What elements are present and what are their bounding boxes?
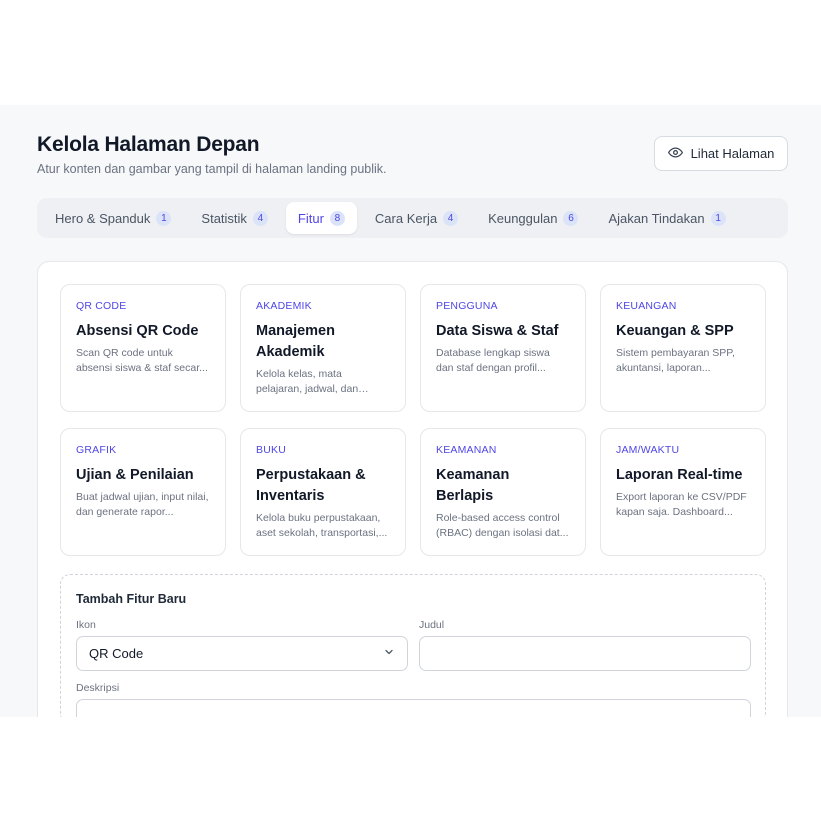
add-feature-form: Tambah Fitur Baru Ikon QR Code Judul Des… [60,574,766,717]
description-field-label: Deskripsi [76,682,120,694]
feature-category: PENGGUNA [436,300,498,312]
icon-select-value: QR Code [89,646,144,661]
view-page-label: Lihat Halaman [690,146,775,161]
icon-field-label: Ikon [76,619,96,631]
feature-card[interactable]: KEUANGAN Keuangan & SPP Sistem pembayara… [600,284,766,412]
tab-label: Ajakan Tindakan [608,210,705,226]
title-field-label: Judul [419,619,445,631]
feature-description: Kelola kelas, mata pelajaran, jadwal, da… [256,368,359,395]
feature-title: Keuangan & SPP [616,323,734,339]
feature-card[interactable]: PENGGUNA Data Siswa & Staf Database leng… [420,284,586,412]
tab-label: Statistik [201,210,247,226]
form-title: Tambah Fitur Baru [76,592,187,606]
feature-title: Data Siswa & Staf [436,323,559,339]
tab-count-badge: 4 [252,210,268,226]
tab-label: Keunggulan [488,210,558,226]
tab-keunggulan[interactable]: Keunggulan 6 [476,202,590,234]
title-input[interactable] [419,636,751,671]
tab-label: Cara Kerja [374,210,438,226]
feature-description: Kelola buku perpustakaan, aset sekolah, … [256,512,388,539]
tab-count-badge: 8 [329,210,345,226]
feature-description: Export laporan ke CSV/PDF kapan saja. Da… [616,491,747,518]
feature-title: Ujian & Penilaian [76,467,194,483]
feature-category: BUKU [256,444,286,456]
tab-label: Fitur [297,210,324,226]
page-header: Kelola Halaman Depan Atur konten dan gam… [37,133,387,176]
description-textarea[interactable] [76,699,751,717]
feature-title: Laporan Real-time [616,467,743,483]
tab-hero[interactable]: Hero & Spanduk 1 [43,202,183,234]
feature-card[interactable]: QR CODE Absensi QR Code Scan QR code unt… [60,284,226,412]
view-page-button[interactable]: Lihat Halaman [654,136,788,171]
features-panel: QR CODE Absensi QR Code Scan QR code unt… [37,261,788,717]
feature-title: Absensi QR Code [76,323,199,339]
chevron-down-icon [383,646,395,661]
feature-category: KEUANGAN [616,300,677,312]
tab-count-badge: 4 [443,210,459,226]
feature-category: AKADEMIK [256,300,312,312]
feature-category: QR CODE [76,300,127,312]
page-title: Kelola Halaman Depan [37,133,260,156]
feature-title: Manajemen Akademik [256,323,335,360]
tab-label: Hero & Spanduk [55,210,151,226]
feature-title: Perpustakaan & Inventaris [256,467,366,504]
tab-ajakan-tindakan[interactable]: Ajakan Tindakan 1 [596,202,737,234]
feature-description: Sistem pembayaran SPP, akuntansi, lapora… [616,347,735,374]
feature-category: GRAFIK [76,444,117,456]
feature-category: KEAMANAN [436,444,497,456]
feature-description: Database lengkap siswa dan staf dengan p… [436,347,550,374]
tab-count-badge: 6 [563,210,579,226]
feature-card[interactable]: AKADEMIK Manajemen Akademik Kelola kelas… [240,284,406,412]
eye-icon [667,145,683,163]
tab-fitur[interactable]: Fitur 8 [285,202,357,234]
feature-card[interactable]: BUKU Perpustakaan & Inventaris Kelola bu… [240,428,406,556]
feature-card[interactable]: GRAFIK Ujian & Penilaian Buat jadwal uji… [60,428,226,556]
feature-card[interactable]: KEAMANAN Keamanan Berlapis Role-based ac… [420,428,586,556]
tab-cara-kerja[interactable]: Cara Kerja 4 [363,202,470,234]
icon-select[interactable]: QR Code [76,636,408,671]
feature-category: JAM/WAKTU [616,444,680,456]
feature-grid: QR CODE Absensi QR Code Scan QR code unt… [60,284,766,556]
feature-description: Buat jadwal ujian, input nilai, dan gene… [76,491,209,518]
feature-description: Scan QR code untuk absensi siswa & staf … [76,347,208,374]
section-tabs: Hero & Spanduk 1 Statistik 4 Fitur 8 Car… [37,198,788,238]
tab-count-badge: 1 [156,210,172,226]
tab-statistik[interactable]: Statistik 4 [189,202,280,234]
app-screen: Kelola Halaman Depan Atur konten dan gam… [0,105,821,717]
feature-title: Keamanan Berlapis [436,467,510,504]
page-subtitle: Atur konten dan gambar yang tampil di ha… [37,162,387,176]
feature-card[interactable]: JAM/WAKTU Laporan Real-time Export lapor… [600,428,766,556]
feature-description: Role-based access control (RBAC) dengan … [436,512,569,539]
tab-count-badge: 1 [710,210,726,226]
